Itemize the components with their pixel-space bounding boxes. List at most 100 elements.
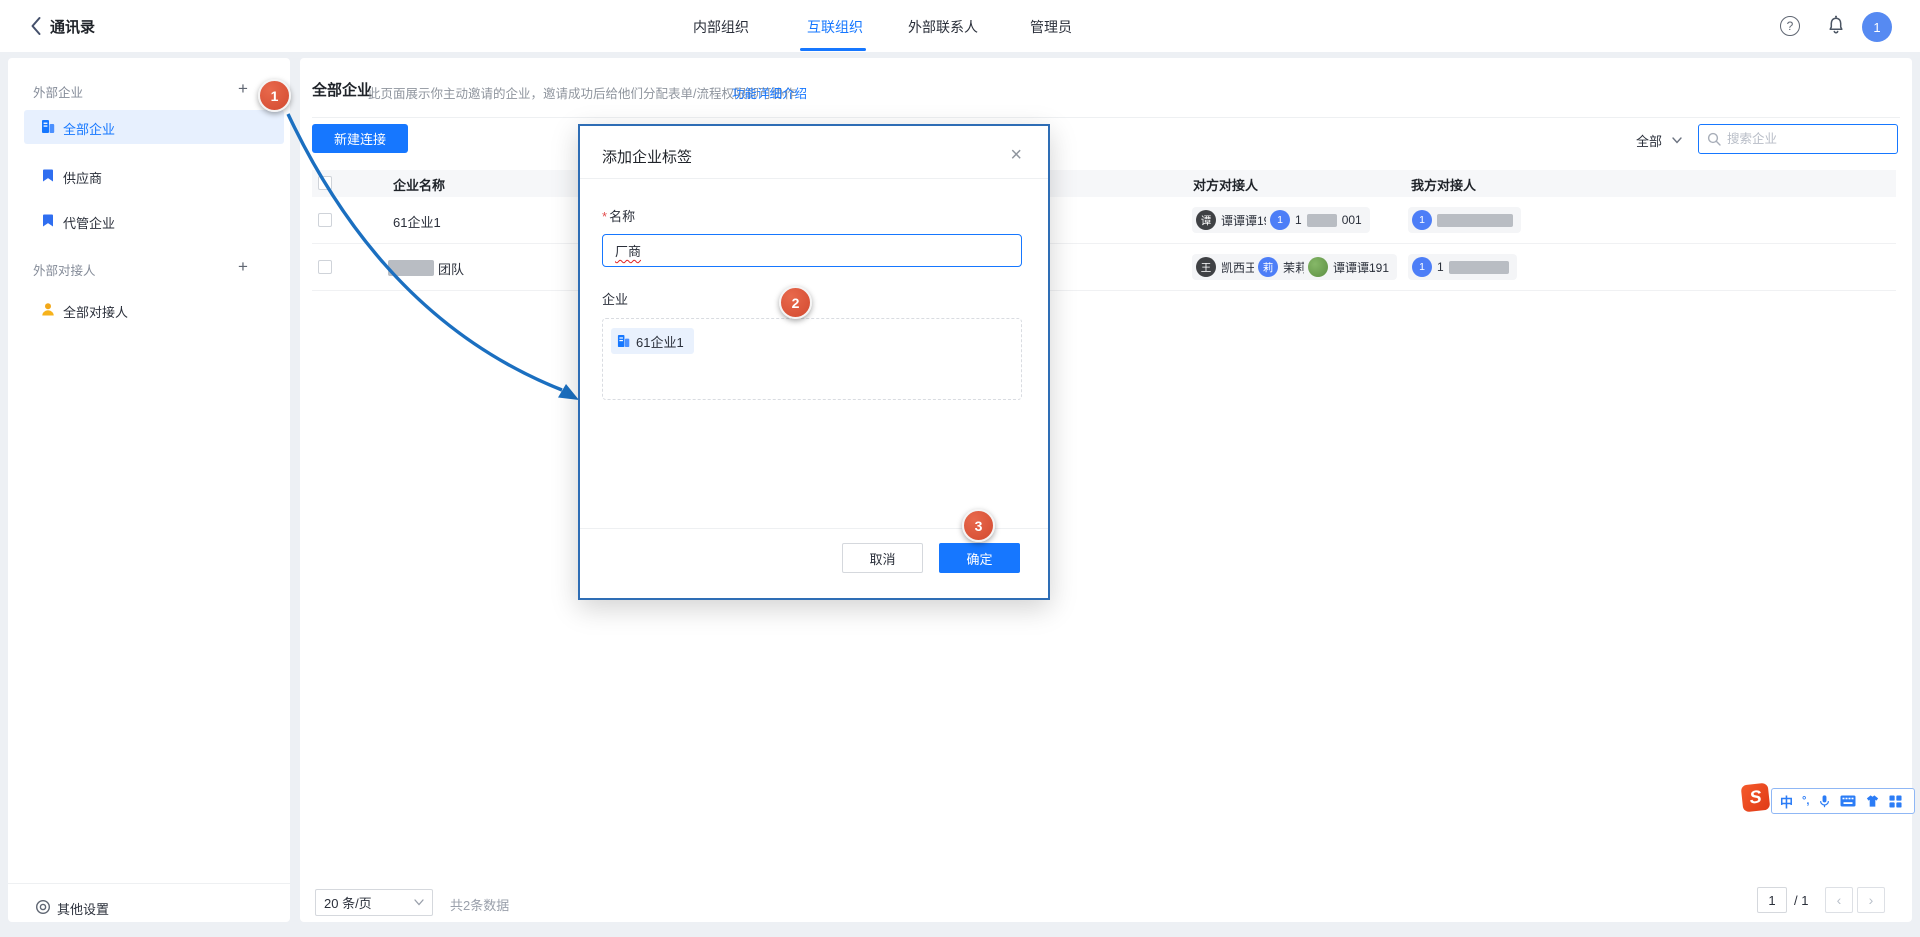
search-company-box[interactable] (1698, 124, 1898, 154)
chevron-down-icon (414, 899, 424, 906)
column-header-company-name: 企业名称 (393, 175, 445, 194)
ime-skin-shirt-icon[interactable] (1865, 794, 1880, 808)
sidebar-group-external-companies: 外部企业 (33, 82, 83, 101)
building-icon (617, 334, 630, 348)
sogou-ime-logo[interactable]: S (1741, 783, 1771, 813)
filter-all-dropdown[interactable]: 全部 (1636, 131, 1662, 150)
row-checkbox[interactable] (318, 260, 332, 274)
tag-name-value: 厂商 (615, 241, 641, 260)
contact-chip[interactable]: 1 1 001 (1266, 207, 1370, 233)
contact-chip[interactable]: 1 1 (1408, 254, 1517, 280)
contact-chip[interactable]: 谭谭谭191 (1304, 254, 1397, 280)
contact-name-suffix: 001 (1342, 213, 1362, 227)
sidebar-item-suppliers[interactable]: 供应商 (63, 168, 102, 187)
contact-avatar-photo (1308, 257, 1328, 277)
notification-bell-icon[interactable] (1826, 14, 1846, 37)
sidebar-item-all-companies-label[interactable]: 全部企业 (63, 119, 115, 138)
add-external-company-button[interactable]: + (238, 80, 248, 97)
dialog-title: 添加企业标签 (602, 146, 692, 167)
ime-microphone-icon[interactable] (1818, 794, 1831, 809)
row-checkbox[interactable] (318, 213, 332, 227)
section-title: 全部企业 (312, 79, 372, 100)
contact-name-prefix: 1 (1295, 213, 1302, 227)
new-connection-button[interactable]: 新建连接 (312, 124, 408, 153)
annotation-step-1: 1 (258, 79, 291, 112)
annotation-step-3: 3 (962, 509, 995, 542)
sidebar-item-other-settings[interactable]: 其他设置 (57, 899, 109, 918)
ime-keyboard-icon[interactable] (1840, 795, 1856, 807)
add-external-contact-button[interactable]: + (238, 258, 248, 275)
contact-avatar: 1 (1412, 210, 1432, 230)
prev-page-button[interactable]: ‹ (1825, 887, 1853, 913)
search-company-input[interactable] (1727, 132, 1877, 146)
selected-company-name: 61企业1 (636, 332, 684, 351)
table-row: 团队 王 凯西王 莉 茉莉 谭谭谭191 ... 1 1 (300, 244, 1912, 291)
feature-detail-link[interactable]: 功能详细介绍 (732, 83, 807, 102)
tab-connected-org[interactable]: 互联组织 (807, 17, 863, 37)
required-asterisk: * (602, 209, 607, 224)
back-icon[interactable] (30, 16, 42, 36)
dialog-header-divider (580, 178, 1048, 179)
close-icon[interactable]: × (1010, 145, 1022, 165)
building-icon (41, 119, 55, 134)
contact-avatar: 谭 (1196, 210, 1216, 230)
company-name-cell[interactable]: 61企业1 (393, 212, 441, 231)
sidebar-item-all-contacts[interactable]: 全部对接人 (63, 302, 128, 321)
other-settings-icon (35, 899, 51, 915)
table-row: 61企业1 谭 谭谭谭191 1 1 001 1 (300, 197, 1912, 244)
redacted-text (1449, 261, 1509, 274)
tab-internal-org[interactable]: 内部组织 (693, 17, 749, 37)
sidebar-item-managed-companies[interactable]: 代管企业 (63, 213, 115, 232)
top-bar: 通讯录 内部组织 互联组织 外部联系人 管理员 ? 1 (0, 0, 1920, 52)
next-page-button[interactable]: › (1857, 887, 1885, 913)
redacted-text (1437, 214, 1513, 227)
tab-external-contacts[interactable]: 外部联系人 (908, 17, 978, 37)
company-field-label: 企业 (602, 289, 628, 308)
title-divider (312, 117, 1900, 118)
sidebar-divider (8, 883, 290, 884)
page-size-select[interactable]: 20 条/页 (315, 889, 433, 916)
contact-avatar: 1 (1270, 210, 1290, 230)
tag-name-input[interactable]: 厂商 (602, 234, 1022, 267)
ime-toolbar: 中 °, (1771, 788, 1915, 814)
company-select-area[interactable]: 61企业1 (602, 318, 1022, 400)
page-title: 通讯录 (50, 16, 95, 37)
column-header-our-contact: 我方对接人 (1411, 175, 1476, 194)
ime-chinese-mode-icon[interactable]: 中 (1780, 792, 1793, 811)
redacted-text (1307, 214, 1337, 227)
chevron-down-icon[interactable] (1672, 137, 1682, 144)
cancel-button[interactable]: 取消 (842, 543, 923, 573)
page-number-input[interactable]: 1 (1757, 887, 1787, 913)
contact-avatar: 1 (1412, 257, 1432, 277)
help-icon[interactable]: ? (1780, 16, 1800, 36)
bookmark-icon (41, 168, 55, 183)
contact-avatar: 王 (1196, 257, 1216, 277)
ime-menu-grid-icon[interactable] (1889, 795, 1902, 808)
redacted-company-name (388, 260, 434, 276)
column-header-their-contact: 对方对接人 (1193, 175, 1258, 194)
page-total-label: / 1 (1794, 893, 1808, 908)
contact-chip[interactable]: 1 (1408, 207, 1521, 233)
contact-avatar: 莉 (1258, 257, 1278, 277)
selected-company-tag[interactable]: 61企业1 (611, 328, 694, 354)
active-tab-underline (800, 48, 866, 51)
confirm-button[interactable]: 确定 (939, 543, 1020, 573)
bookmark-icon (41, 213, 55, 228)
main-panel: 全部企业 此页面展示你主动邀请的企业，邀请成功后给他们分配表单/流程权限即可协作… (300, 58, 1912, 922)
contact-name: 凯西王 (1221, 259, 1257, 276)
select-all-checkbox[interactable] (318, 176, 332, 190)
sidebar-group-external-contacts: 外部对接人 (33, 260, 96, 279)
ime-punctuation-icon[interactable]: °, (1802, 795, 1809, 807)
total-count-label: 共2条数据 (450, 895, 509, 914)
user-avatar[interactable]: 1 (1862, 12, 1892, 42)
name-field-label: *名称 (602, 206, 635, 225)
annotation-step-2: 2 (779, 286, 812, 319)
more-contacts-ellipsis[interactable]: ... (1368, 260, 1381, 274)
company-name-cell[interactable]: 团队 (438, 259, 464, 278)
sidebar: 外部企业 + 全部企业 供应商 代管企业 外部对接人 + 全部对接人 其他设置 (8, 58, 290, 922)
tab-admin[interactable]: 管理员 (1030, 17, 1072, 37)
search-icon (1707, 132, 1721, 146)
page-size-value: 20 条/页 (324, 893, 372, 912)
people-icon (40, 302, 56, 317)
table-header-row (312, 170, 1896, 197)
